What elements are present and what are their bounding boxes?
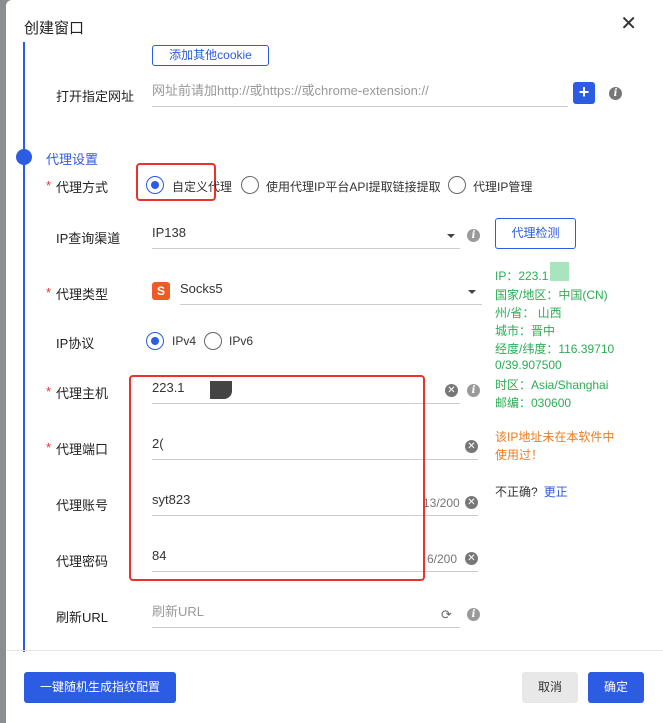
url-input[interactable]: 网址前请加http://或https://或chrome-extension:/… xyxy=(152,80,568,107)
close-icon[interactable]: ✕ xyxy=(620,14,637,34)
char-counter: 6/200 xyxy=(427,552,458,566)
timeline-line xyxy=(23,42,25,652)
radio-custom-proxy[interactable] xyxy=(146,176,164,194)
ip-info-province: 州/省： 山西 xyxy=(495,306,562,320)
refresh-url-label: 刷新URL xyxy=(56,610,109,625)
proxy-type-label: 代理类型 xyxy=(46,284,108,303)
info-icon: i xyxy=(609,87,622,100)
ip-info-timezone: 时区：Asia/Shanghai xyxy=(495,378,609,392)
ip-info-country: 国家/地区：中国(CN) xyxy=(495,288,608,302)
option-custom-proxy[interactable]: 自定义代理 xyxy=(172,178,232,195)
ip-protocol-label: IP协议 xyxy=(56,336,95,351)
proxy-section-title: 代理设置 xyxy=(46,152,99,167)
clear-icon[interactable]: ✕ xyxy=(445,384,458,397)
clear-icon[interactable]: ✕ xyxy=(465,496,478,509)
add-url-button[interactable]: + xyxy=(573,82,595,104)
proxy-mode-label: 代理方式 xyxy=(46,177,108,196)
refresh-url-input[interactable]: 刷新URL xyxy=(152,601,460,628)
radio-ipv4[interactable] xyxy=(146,332,164,350)
clear-icon[interactable]: ✕ xyxy=(465,440,478,453)
ip-info-postcode: 邮编：030600 xyxy=(495,396,572,410)
ip-info-coords: 经度/纬度：116.39710 xyxy=(495,342,615,356)
chevron-down-icon xyxy=(468,290,476,294)
info-icon: i xyxy=(467,384,480,397)
option-api-proxy[interactable]: 使用代理IP平台API提取链接提取 xyxy=(266,178,441,195)
correct-link[interactable]: 更正 xyxy=(544,485,568,499)
url-label: 打开指定网址 xyxy=(56,89,135,104)
create-window-dialog: 创建窗口 ✕ 添加其他cookie 打开指定网址 网址前请加http://或ht… xyxy=(6,0,663,723)
ip-warning: 该IP地址未在本软件中 xyxy=(495,430,615,444)
option-ip-manage[interactable]: 代理IP管理 xyxy=(473,178,532,195)
proxy-host-label: 代理主机 xyxy=(46,383,108,402)
proxy-user-label: 代理账号 xyxy=(56,498,109,513)
highlight-box-credentials xyxy=(129,375,425,581)
incorrect-text: 不正确? xyxy=(495,485,538,499)
ok-button[interactable]: 确定 xyxy=(588,672,644,703)
char-counter: 13/200 xyxy=(423,496,460,510)
info-icon: i xyxy=(467,229,480,242)
ip-info-coords-cont: 0/39.907500 xyxy=(495,358,562,372)
timeline-dot xyxy=(16,149,32,165)
ip-warning-cont: 使用过！ xyxy=(495,448,544,462)
refresh-icon[interactable]: ⟳ xyxy=(441,607,452,623)
proxy-pass-label: 代理密码 xyxy=(56,554,109,569)
option-ipv6[interactable]: IPv6 xyxy=(229,334,253,348)
radio-ipv6[interactable] xyxy=(204,332,222,350)
ip-channel-select[interactable]: IP138 xyxy=(152,222,460,249)
proxy-type-select[interactable]: Socks5 xyxy=(180,278,482,305)
clear-icon[interactable]: ✕ xyxy=(465,552,478,565)
option-ipv4[interactable]: IPv4 xyxy=(172,334,196,348)
proxy-detect-button[interactable]: 代理检测 xyxy=(495,218,576,249)
footer-divider xyxy=(6,650,663,651)
random-fingerprint-button[interactable]: 一键随机生成指纹配置 xyxy=(24,672,176,703)
ip-info-city: 城市：晋中 xyxy=(495,324,556,338)
radio-api-proxy[interactable] xyxy=(241,176,259,194)
redaction-mask xyxy=(550,262,569,281)
ip-channel-label: IP查询渠道 xyxy=(56,231,121,246)
add-cookie-button[interactable]: 添加其他cookie xyxy=(152,45,269,66)
cancel-button[interactable]: 取消 xyxy=(522,672,578,703)
socks-icon: S xyxy=(152,282,170,300)
ip-info-ip: IP：223.1 xyxy=(495,269,549,283)
radio-ip-manage[interactable] xyxy=(448,176,466,194)
proxy-port-label: 代理端口 xyxy=(46,439,108,458)
dialog-title: 创建窗口 xyxy=(24,20,85,37)
incorrect-note: 不正确? 更正 xyxy=(495,483,568,500)
chevron-down-icon xyxy=(447,234,455,238)
info-icon: i xyxy=(467,608,480,621)
